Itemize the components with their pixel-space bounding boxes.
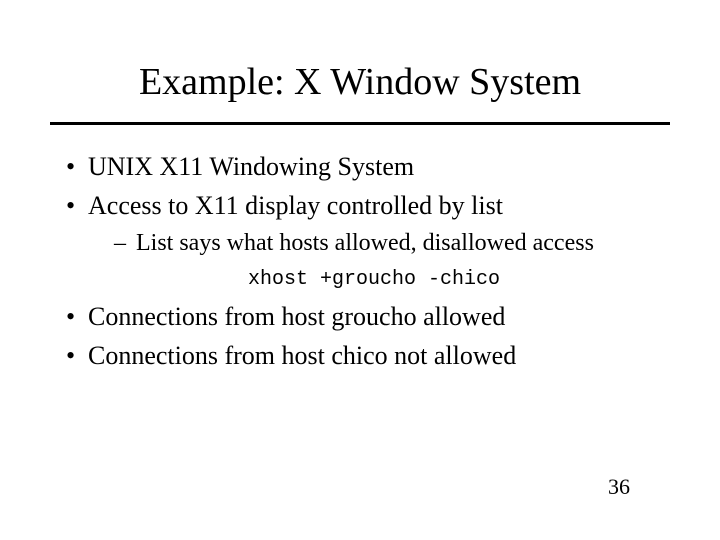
page-number: 36 [608, 474, 630, 500]
slide-title: Example: X Window System [0, 0, 720, 114]
slide-body: UNIX X11 Windowing System Access to X11 … [60, 149, 660, 373]
list-item: UNIX X11 Windowing System [60, 149, 660, 184]
title-underline [50, 122, 670, 125]
subbullet-text: List says what hosts allowed, disallowed… [136, 230, 594, 256]
list-item: List says what hosts allowed, disallowed… [88, 227, 660, 259]
code-line: xhost +groucho -chico [88, 266, 660, 293]
bullet-text: Connections from host groucho allowed [88, 302, 505, 331]
sub-bullet-list: List says what hosts allowed, disallowed… [88, 227, 660, 259]
bullet-text: Connections from host chico not allowed [88, 341, 516, 370]
slide: Example: X Window System UNIX X11 Window… [0, 0, 720, 540]
list-item: Connections from host groucho allowed [60, 299, 660, 334]
list-item: Access to X11 display controlled by list… [60, 188, 660, 292]
bullet-list: UNIX X11 Windowing System Access to X11 … [60, 149, 660, 373]
bullet-text: UNIX X11 Windowing System [88, 152, 414, 181]
bullet-text: Access to X11 display controlled by list [88, 191, 503, 220]
list-item: Connections from host chico not allowed [60, 338, 660, 373]
